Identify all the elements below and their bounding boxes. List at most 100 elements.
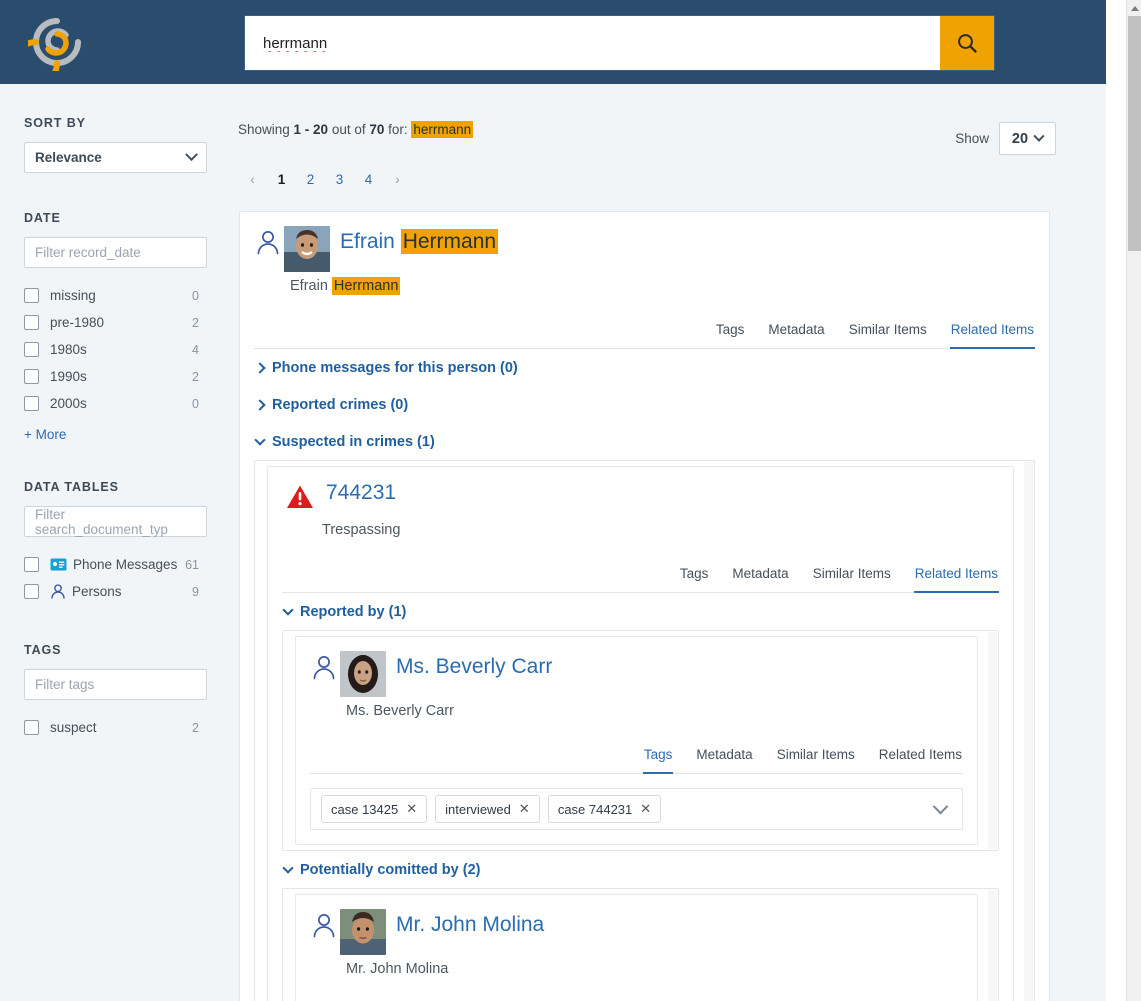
person-card-committer: Mr. John Molina Mr. John Molina Tags Met…: [295, 894, 978, 1001]
tab-metadata[interactable]: Metadata: [731, 564, 789, 586]
facet-item-1980s[interactable]: 1980s 4: [24, 336, 207, 363]
facet-item-phone-messages[interactable]: Phone Messages 61: [24, 551, 207, 578]
app-logo[interactable]: [28, 13, 86, 71]
data-tables-title: DATA TABLES: [24, 480, 119, 494]
data-tables-filter-input[interactable]: Filter search_document_typ: [24, 506, 207, 537]
pagination-page-4[interactable]: 4: [354, 167, 383, 191]
facet-count: 2: [192, 315, 199, 330]
pagination-prev[interactable]: ‹: [238, 167, 267, 191]
scroll-up-button[interactable]: [1127, 0, 1141, 16]
date-more-link[interactable]: + More: [24, 427, 207, 442]
chevron-down-icon: [282, 862, 294, 874]
person-name-highlight: Herrmann: [400, 229, 499, 254]
search-button[interactable]: [940, 16, 994, 70]
tab-metadata[interactable]: Metadata: [695, 745, 753, 767]
nested-scrollbar[interactable]: [988, 890, 997, 1001]
checkbox[interactable]: [24, 342, 39, 357]
tab-related-items[interactable]: Related Items: [913, 564, 999, 593]
section-suspected-in-crimes-toggle[interactable]: Suspected in crimes (1): [254, 423, 1049, 460]
nested-scrollbar[interactable]: [988, 632, 997, 849]
section-phone-messages-toggle[interactable]: Phone messages for this person (0): [254, 349, 1049, 386]
tab-metadata[interactable]: Metadata: [767, 320, 825, 342]
search-input[interactable]: [245, 16, 940, 70]
section-reported-by-toggle[interactable]: Reported by (1): [282, 593, 1013, 630]
remove-tag-icon[interactable]: ✕: [640, 801, 651, 817]
tags-facet-title: TAGS: [24, 643, 62, 657]
checkbox[interactable]: [24, 369, 39, 384]
tab-tags[interactable]: Tags: [642, 745, 674, 774]
reporter-header: Ms. Beverly Carr: [296, 637, 977, 697]
reporter-subtitle: Ms. Beverly Carr: [346, 703, 454, 719]
checkbox[interactable]: [24, 288, 39, 303]
person-subtitle-highlight: Herrmann: [331, 277, 401, 295]
facet-item-1990s[interactable]: 1990s 2: [24, 363, 207, 390]
page-size-control: Show 20: [955, 122, 1056, 155]
browser-scrollbar[interactable]: [1126, 0, 1141, 1001]
tab-related-items[interactable]: Related Items: [878, 745, 963, 767]
facet-label: 1990s: [50, 368, 87, 384]
tab-tags[interactable]: Tags: [715, 320, 746, 342]
data-tables-list: Phone Messages 61 Persons 9: [24, 551, 207, 605]
tab-similar-items[interactable]: Similar Items: [812, 564, 892, 586]
showing-total: 70: [369, 122, 385, 137]
tab-similar-items[interactable]: Similar Items: [848, 320, 928, 342]
sort-by-select[interactable]: Relevance: [24, 142, 207, 173]
facet-item-persons[interactable]: Persons 9: [24, 578, 207, 605]
checkbox[interactable]: [24, 557, 39, 572]
chevron-down-icon: [282, 604, 294, 616]
remove-tag-icon[interactable]: ✕: [519, 801, 530, 817]
tags-filter-input[interactable]: Filter tags: [24, 669, 207, 700]
date-filter-input[interactable]: Filter record_date: [24, 237, 207, 268]
chevron-right-icon: [254, 362, 266, 374]
results-count: Showing 1 - 20 out of 70 for: herrmann: [238, 121, 474, 138]
facet-count: 0: [192, 396, 199, 411]
facet-count: 2: [192, 720, 199, 735]
pagination-page-1[interactable]: 1: [267, 167, 296, 191]
reporter-list: Ms. Beverly Carr Ms. Beverly Carr Tags M…: [283, 636, 990, 845]
tag-dropdown-icon[interactable]: [932, 798, 949, 814]
section-reported-crimes-toggle[interactable]: Reported crimes (0): [254, 386, 1049, 423]
checkbox[interactable]: [24, 584, 39, 599]
person-subtitle: Efrain Herrmann: [240, 272, 1049, 295]
facet-item-2000s[interactable]: 2000s 0: [24, 390, 207, 417]
pagination-next[interactable]: ›: [383, 167, 412, 191]
committer-name-link[interactable]: Mr. John Molina: [396, 913, 544, 937]
facet-item-missing[interactable]: missing 0: [24, 282, 207, 309]
body-area: SORT BY Relevance DATE Filter record_dat…: [0, 84, 1106, 1001]
tab-tags[interactable]: Tags: [679, 564, 710, 586]
crime-id-link[interactable]: 744231: [326, 481, 396, 505]
checkbox[interactable]: [24, 396, 39, 411]
person-header: Efrain Herrmann: [240, 212, 1049, 272]
tab-related-items[interactable]: Related Items: [949, 320, 1035, 349]
tag-label: interviewed: [445, 801, 511, 817]
showing-for: for:: [384, 122, 412, 137]
reporter-name-link[interactable]: Ms. Beverly Carr: [396, 655, 552, 679]
remove-tag-icon[interactable]: ✕: [406, 801, 417, 817]
pagination-page-3[interactable]: 3: [325, 167, 354, 191]
reporter-tag-editor[interactable]: case 13425 ✕ interviewed ✕ case 744231 ✕: [310, 788, 963, 830]
section-potentially-committed-by-toggle[interactable]: Potentially comitted by (2): [282, 851, 1013, 888]
facet-item-suspect[interactable]: suspect 2: [24, 714, 207, 741]
facet-label: suspect: [50, 719, 97, 735]
person-subtitle-plain: Efrain: [290, 278, 332, 294]
showing-range: 1 - 20: [293, 122, 329, 137]
chevron-down-icon: [185, 148, 198, 162]
search-bar: [244, 15, 995, 71]
facet-label: Phone Messages: [73, 556, 178, 572]
nested-scrollbar[interactable]: [1024, 462, 1033, 1001]
pagination-page-2[interactable]: 2: [296, 167, 325, 191]
person-icon: [256, 230, 280, 260]
suspected-crimes-container: 744231 Trespassing Tags Metadata Similar…: [254, 460, 1035, 1001]
section-label: Potentially comitted by (2): [300, 862, 481, 878]
facet-item-pre-1980[interactable]: pre-1980 2: [24, 309, 207, 336]
section-label: Suspected in crimes (1): [272, 434, 435, 450]
facet-count: 9: [192, 584, 199, 599]
chevron-down-icon: [1033, 130, 1045, 142]
checkbox[interactable]: [24, 720, 39, 735]
tab-similar-items[interactable]: Similar Items: [776, 745, 856, 767]
crime-card: 744231 Trespassing Tags Metadata Similar…: [267, 466, 1014, 1001]
person-name-link[interactable]: Efrain Herrmann: [340, 229, 499, 254]
checkbox[interactable]: [24, 315, 39, 330]
page-size-select[interactable]: 20: [999, 122, 1056, 155]
scrollbar-thumb[interactable]: [1128, 16, 1141, 251]
